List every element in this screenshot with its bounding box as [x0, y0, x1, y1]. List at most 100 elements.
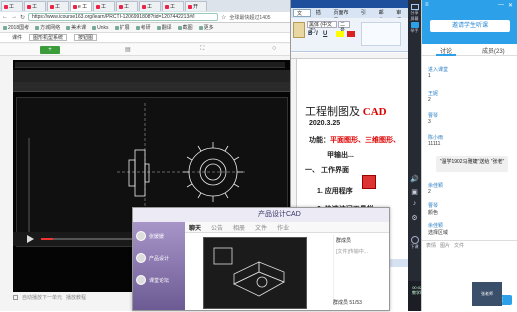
tab-album[interactable]: 相册 — [233, 223, 245, 232]
browser-tab[interactable]: 工 — [1, 1, 23, 11]
underline-button[interactable]: U — [323, 31, 327, 37]
chat-message: 王妮 2 — [428, 91, 439, 103]
browser-tab[interactable]: 工 — [116, 1, 138, 11]
sidebar-item[interactable]: 课堂论坛 — [136, 272, 184, 288]
comment-icon[interactable]: ○ — [272, 45, 276, 52]
speaker-icon[interactable]: 🔊 — [409, 175, 420, 183]
address-extra: 全球最快超过1405 — [229, 14, 271, 21]
star-icon[interactable]: ☆ — [221, 14, 226, 21]
tab-mail[interactable]: 邮件 — [376, 9, 392, 24]
file-icon[interactable]: 文件 — [454, 242, 464, 249]
class-chat-panel: ≡ — ✕ 邀请学生听课 讨论 成员(23) 进入课堂 1 王妮 2 曹琴 3 陈小雨… — [421, 0, 517, 311]
chat-message: 余佳颖 2 — [428, 183, 444, 195]
bookmark-item[interactable]: 2018国考 — [3, 24, 29, 31]
menu-icon[interactable]: ≡ — [425, 2, 429, 8]
paste-icon[interactable] — [293, 22, 305, 38]
document-icon[interactable]: ▤ — [125, 46, 131, 53]
add-button[interactable]: + — [40, 46, 60, 54]
sidebar-item[interactable]: 张媛媛 — [136, 228, 184, 244]
tab-favicon-icon — [73, 4, 77, 9]
minimize-icon[interactable]: — — [498, 2, 504, 8]
bookmark-icon — [177, 25, 182, 30]
tab-homework[interactable]: 作业 — [277, 223, 289, 232]
tutorial-link[interactable]: 播放教程 — [66, 294, 86, 301]
sidebar-item[interactable]: 产品设计 — [136, 250, 184, 266]
raise-hand-icon[interactable]: 举手 — [409, 22, 420, 34]
paragraph-group — [361, 22, 401, 46]
bookmark-item[interactable]: 美术课 — [66, 24, 86, 31]
member-count: 群成员 51/53 — [333, 300, 362, 306]
group-sidebar: 张媛媛 产品设计 课堂论坛 — [133, 222, 185, 310]
tab-files[interactable]: 文件 — [255, 223, 267, 232]
tab-review[interactable]: 审阅 — [393, 9, 408, 24]
browser-tab[interactable]: 工 — [139, 1, 161, 11]
fullscreen-icon[interactable]: ⛶ — [200, 46, 204, 53]
bold-button[interactable]: B — [308, 31, 312, 37]
back-icon[interactable]: ← — [2, 14, 8, 20]
shared-cad-screenshot[interactable] — [203, 237, 307, 309]
bookmark-item[interactable]: 扩展 — [114, 24, 130, 31]
course-filter-bar: 课件 图形机型系统 按钮图 — [0, 33, 291, 43]
close-icon[interactable]: ✕ — [508, 2, 513, 9]
url-input[interactable]: https://www.icourse163.org/learn/PRCTI-1… — [28, 13, 219, 21]
tab-chat[interactable]: 聊天 — [189, 223, 201, 232]
chat-message: 余佳颖 选择区域 — [428, 223, 449, 236]
font-size-select[interactable]: 二号 — [338, 21, 350, 34]
camera-icon[interactable]: ▣ — [409, 188, 420, 196]
word-ribbon: 黑体 (中文正) 二号 B I U — [291, 18, 408, 52]
italic-button[interactable]: I — [316, 31, 318, 37]
browser-tab[interactable]: 工 — [93, 1, 115, 11]
share-screen-icon[interactable]: 分享屏幕 — [409, 4, 420, 22]
video-progress[interactable] — [41, 238, 136, 240]
chat-input-area[interactable]: 表情 图片 文件 发送 — [422, 240, 517, 311]
bookmark-item[interactable]: 方城网络 — [35, 24, 60, 31]
bookmark-item[interactable]: 翻译 — [156, 24, 172, 31]
play-icon[interactable] — [27, 235, 34, 243]
tab-insert[interactable]: 插入 — [313, 9, 329, 24]
gift-notice: "温学1902马雅婕"送给 "张老" — [436, 156, 508, 172]
forward-icon[interactable]: → — [11, 14, 17, 20]
cad-app-icon — [362, 175, 376, 189]
tab-members[interactable]: 成员(23) — [482, 46, 505, 55]
browser-tab[interactable]: 开 — [185, 1, 207, 11]
document-date: 2020.3.25 — [309, 120, 341, 127]
bookmark-item[interactable]: 截图 — [177, 24, 193, 31]
music-icon[interactable]: ♪ — [409, 200, 420, 207]
video-progress-fill — [41, 238, 53, 240]
course-select[interactable]: 图形机型系统 — [29, 34, 68, 41]
bookmark-item[interactable]: 更多 — [198, 24, 214, 31]
emoji-icon[interactable]: 表情 — [426, 242, 436, 249]
tab-file[interactable]: 文件 — [293, 9, 311, 25]
cad-menu-bar — [15, 62, 285, 68]
tab-notice[interactable]: 公告 — [211, 223, 223, 232]
highlight-icon[interactable] — [336, 31, 344, 37]
avatar — [136, 253, 146, 263]
browser-tab[interactable]: 工 — [47, 1, 69, 11]
group-tabs: 聊天 公告 相册 文件 作业 — [185, 222, 389, 233]
course-select-secondary[interactable]: 按钮图 — [74, 34, 98, 41]
word-title-bar — [291, 0, 408, 8]
bookmarks-bar: 2018国考 方城网络 美术课 Unks 扩展 考研 翻译 截图 更多 — [0, 23, 291, 33]
bookmark-item[interactable]: 考研 — [135, 24, 151, 31]
refresh-icon[interactable]: ↻ — [20, 14, 25, 21]
browser-tab[interactable]: 工 — [24, 1, 46, 11]
invite-students-button[interactable]: 邀请学生听课 — [430, 20, 510, 32]
group-title: 产品设计CAD — [133, 208, 389, 222]
image-icon[interactable]: 图片 — [440, 242, 450, 249]
bookmark-item[interactable]: Unks — [92, 25, 109, 31]
document-section: 一、 工作界面 — [305, 167, 349, 174]
course-label: 课件 — [12, 35, 23, 41]
tab-references[interactable]: 引用 — [358, 9, 374, 24]
browser-tab-active[interactable]: e 工 — [70, 1, 92, 11]
font-name-select[interactable]: 黑体 (中文正) — [307, 21, 337, 34]
tab-layout[interactable]: 页面布局 — [330, 9, 355, 24]
active-tab-indicator — [436, 54, 456, 56]
font-color-icon[interactable] — [347, 31, 355, 37]
bookmark-icon — [114, 25, 119, 30]
autoplay-checkbox[interactable] — [13, 294, 18, 300]
file-status: [文件]传输中... — [336, 249, 368, 255]
browser-tab[interactable]: 工 — [162, 1, 184, 11]
chat-message: 曹琴 3 — [428, 113, 439, 125]
settings-icon[interactable]: ⚙ — [409, 214, 420, 222]
end-class-icon[interactable]: 下课 — [409, 236, 420, 250]
